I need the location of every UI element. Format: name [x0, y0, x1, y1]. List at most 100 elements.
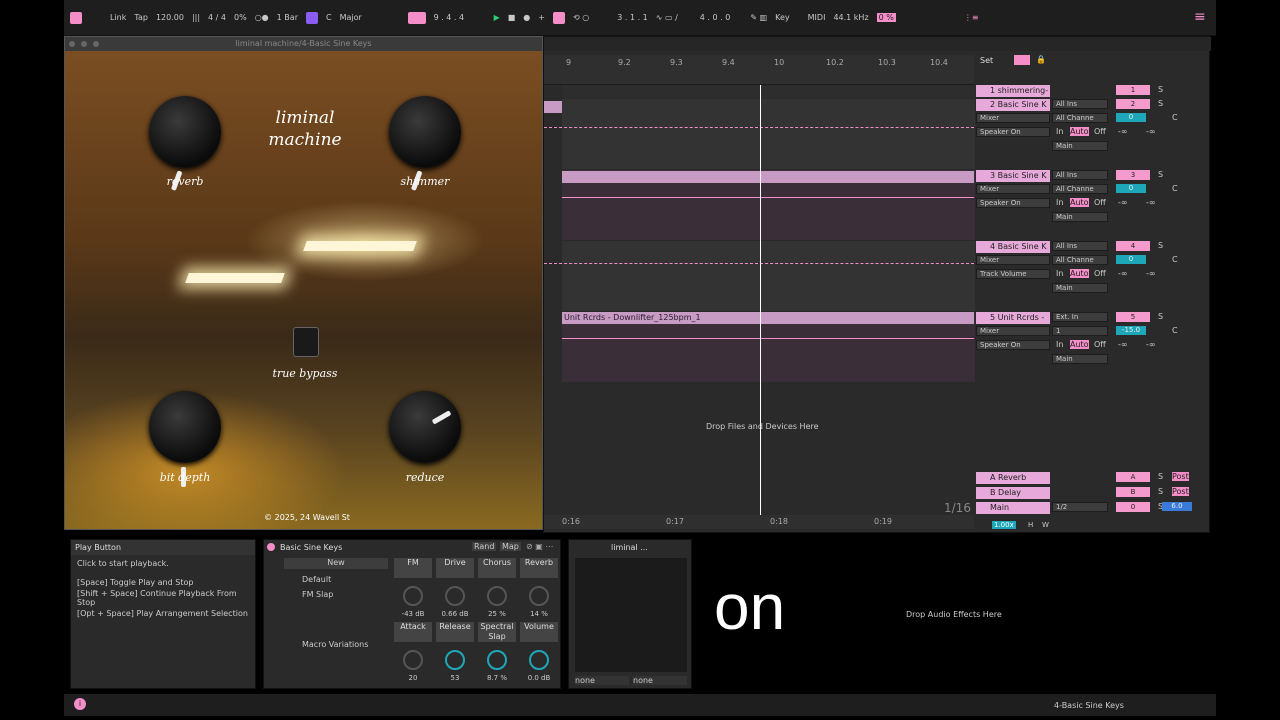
- macro-value[interactable]: 53: [435, 674, 475, 682]
- info-icon[interactable]: i: [74, 698, 86, 710]
- send-b[interactable]: -∞: [1146, 340, 1156, 349]
- automation-param-select[interactable]: Speaker On: [976, 340, 1050, 350]
- macro-value[interactable]: 25 %: [477, 610, 517, 618]
- midi-map-button[interactable]: MIDI: [808, 13, 826, 22]
- output-select[interactable]: Main: [1052, 283, 1108, 293]
- macro-knob[interactable]: [529, 586, 549, 606]
- macro-knob[interactable]: [445, 586, 465, 606]
- return-track-header[interactable]: Main: [976, 502, 1050, 514]
- loop-length-field[interactable]: 4 . 0 . 0: [700, 13, 731, 22]
- return-track-header[interactable]: A Reverb: [976, 472, 1050, 484]
- input-type-select[interactable]: Ext. In: [1052, 312, 1108, 322]
- track-activator[interactable]: 2: [1116, 99, 1150, 109]
- overdub-icon[interactable]: +: [538, 13, 545, 22]
- metronome-icon[interactable]: |||: [192, 13, 200, 22]
- bit-depth-knob[interactable]: [149, 391, 221, 487]
- return-activator[interactable]: 0: [1116, 502, 1150, 512]
- solo-button[interactable]: S: [1158, 241, 1163, 250]
- automation-param-select[interactable]: Speaker On: [976, 198, 1050, 208]
- send-a[interactable]: -∞: [1118, 198, 1128, 207]
- lock-icon[interactable]: 🔒: [1036, 55, 1046, 64]
- post-button[interactable]: Post: [1172, 472, 1189, 481]
- track-header[interactable]: 3 Basic Sine K: [976, 170, 1050, 182]
- return-activator[interactable]: B: [1116, 487, 1150, 497]
- plugin-titlebar[interactable]: liminal machine/4-Basic Sine Keys: [65, 37, 542, 51]
- input-type-select[interactable]: All Ins: [1052, 170, 1108, 180]
- macro-value[interactable]: 0.66 dB: [435, 610, 475, 618]
- input-type-select[interactable]: All Ins: [1052, 99, 1108, 109]
- macro-value[interactable]: 0.0 dB: [519, 674, 559, 682]
- device-select-2[interactable]: none: [633, 676, 687, 685]
- monitor-in[interactable]: In: [1056, 198, 1063, 207]
- macro-fm-label[interactable]: FM: [394, 558, 432, 578]
- track-lane-4[interactable]: [562, 241, 975, 311]
- monitor-off[interactable]: Off: [1094, 340, 1106, 349]
- device-select-1[interactable]: none: [575, 676, 629, 685]
- rack-power-icon[interactable]: [267, 543, 275, 551]
- return-solo[interactable]: S: [1158, 487, 1163, 496]
- track-header[interactable]: 2 Basic Sine K: [976, 99, 1050, 111]
- menu-icon[interactable]: ≡: [1194, 10, 1208, 24]
- w-button[interactable]: W: [1042, 521, 1049, 529]
- volume-field[interactable]: -15.0: [1116, 326, 1146, 335]
- macro-attack-label[interactable]: Attack: [394, 622, 432, 642]
- monitor-off[interactable]: Off: [1094, 127, 1106, 136]
- output-select[interactable]: Main: [1052, 141, 1108, 151]
- device-select[interactable]: Mixer: [976, 184, 1050, 194]
- send-b[interactable]: -∞: [1146, 269, 1156, 278]
- macro-drive-label[interactable]: Drive: [436, 558, 474, 578]
- cue-select[interactable]: 1/2: [1052, 502, 1108, 512]
- output-select[interactable]: Main: [1052, 212, 1108, 222]
- tempo-field[interactable]: 120.00: [156, 13, 184, 22]
- monitor-off[interactable]: Off: [1094, 269, 1106, 278]
- loop-start-field[interactable]: 3 . 1 . 1: [617, 13, 648, 22]
- status-track-name[interactable]: 4-Basic Sine Keys: [1054, 701, 1124, 710]
- send-b[interactable]: -∞: [1146, 127, 1156, 136]
- macro-reverb-label[interactable]: Reverb: [520, 558, 558, 578]
- volume-field[interactable]: 0: [1116, 255, 1146, 264]
- overview-strip[interactable]: [544, 37, 1211, 51]
- monitor-in[interactable]: In: [1056, 340, 1063, 349]
- track-lane-1[interactable]: [562, 85, 975, 98]
- macro-release-label[interactable]: Release: [436, 622, 474, 642]
- macro-knob[interactable]: [445, 650, 465, 670]
- input-channel-select[interactable]: 1: [1052, 326, 1108, 336]
- new-variation-button[interactable]: New: [284, 558, 388, 569]
- track-header[interactable]: 1 shimmering-: [976, 85, 1050, 97]
- quantize-select[interactable]: 1 Bar: [277, 13, 298, 22]
- send-a[interactable]: -∞: [1118, 269, 1128, 278]
- link-button[interactable]: Link: [110, 13, 126, 22]
- clip-downlifter[interactable]: Unit Rcrds - Downlifter_125bpm_1: [562, 312, 974, 324]
- track-header[interactable]: 4 Basic Sine K: [976, 241, 1050, 253]
- solo-button[interactable]: S: [1158, 312, 1163, 321]
- track-3-clip[interactable]: [562, 171, 974, 183]
- macro-knob[interactable]: [403, 650, 423, 670]
- macro-value[interactable]: -43 dB: [393, 610, 433, 618]
- punch-icon[interactable]: ∿ ▭ ∕: [656, 13, 678, 22]
- post-button[interactable]: Post: [1172, 487, 1189, 496]
- track-lane-2-clip-end[interactable]: [544, 101, 562, 113]
- shimmer-knob[interactable]: [389, 96, 461, 191]
- preset-default[interactable]: Default: [302, 575, 331, 584]
- minimize-icon[interactable]: [81, 41, 87, 47]
- input-channel-select[interactable]: All Channe: [1052, 184, 1108, 194]
- macro-value[interactable]: 8.7 %: [477, 674, 517, 682]
- automation-param-select[interactable]: Speaker On: [976, 127, 1050, 137]
- solo-button[interactable]: S: [1158, 99, 1163, 108]
- h-button[interactable]: H: [1028, 521, 1033, 529]
- output-select[interactable]: Main: [1052, 354, 1108, 364]
- return-solo[interactable]: S: [1158, 472, 1163, 481]
- set-button[interactable]: Set: [980, 56, 993, 65]
- monitor-auto[interactable]: Auto: [1070, 340, 1089, 349]
- macro-knob[interactable]: [487, 586, 507, 606]
- settings-icon[interactable]: ⋮≡: [964, 13, 979, 22]
- reduce-knob[interactable]: [389, 391, 461, 463]
- bypass-footswitch[interactable]: [293, 327, 319, 357]
- drop-files-hint[interactable]: Drop Files and Devices Here: [706, 422, 819, 431]
- return-activator[interactable]: A: [1116, 472, 1150, 482]
- automation-param-select[interactable]: Track Volume: [976, 269, 1050, 279]
- macro-knob[interactable]: [403, 586, 423, 606]
- input-channel-select[interactable]: All Channe: [1052, 113, 1108, 123]
- macro-value[interactable]: 20: [393, 674, 433, 682]
- device-select[interactable]: Mixer: [976, 113, 1050, 123]
